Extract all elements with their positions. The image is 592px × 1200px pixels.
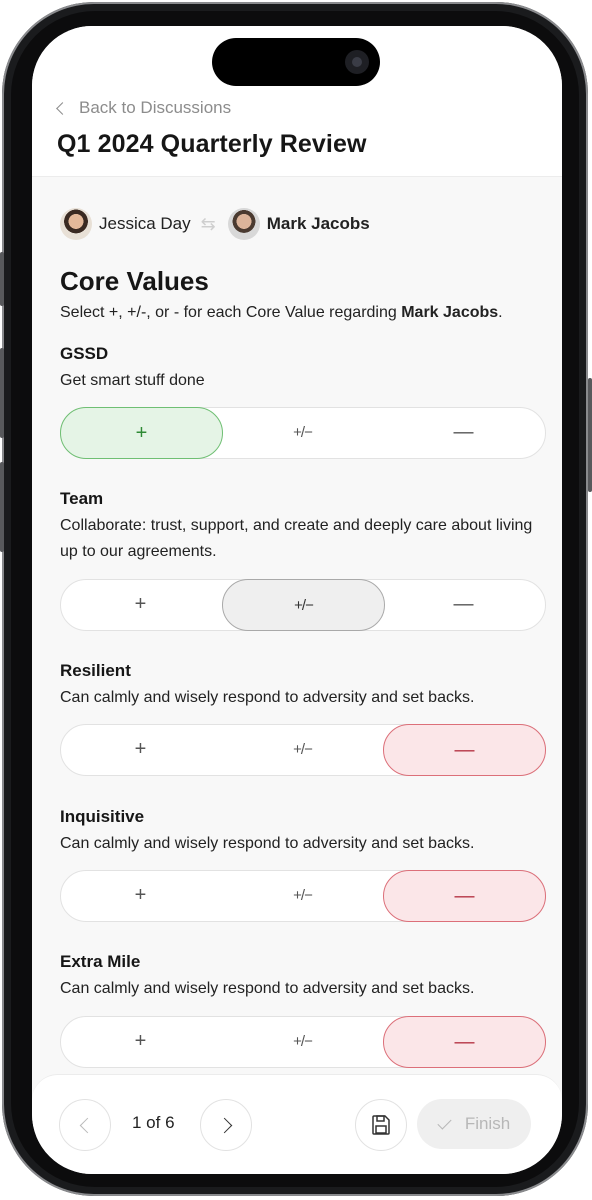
rating-minus-button[interactable]: — — [383, 1016, 546, 1068]
save-icon — [372, 1115, 390, 1135]
back-link[interactable]: Back to Discussions — [56, 98, 232, 118]
core-value-name: Resilient — [60, 661, 131, 680]
core-value: Inquisitive Can calmly and wisely respon… — [60, 807, 546, 857]
footer-bar: 1 of 6 Finish — [32, 1074, 562, 1174]
swap-arrows-icon: ⇆ — [200, 213, 216, 234]
rating-plus-button[interactable]: + — [60, 579, 221, 629]
page-title: Q1 2024 Quarterly Review — [57, 130, 367, 158]
reviewee-name: Mark Jacobs — [266, 214, 370, 233]
dynamic-island — [212, 38, 380, 86]
rating-selector: + +/− — — [60, 724, 546, 776]
back-label: Back to Discussions — [79, 98, 232, 117]
core-value-description: Can calmly and wisely respond to adversi… — [60, 835, 475, 852]
rating-selector: + +/− — — [60, 870, 546, 922]
camera-icon — [345, 50, 369, 74]
rating-selector: + +/− — — [60, 407, 546, 459]
core-value: Resilient Can calmly and wisely respond … — [60, 661, 546, 711]
rating-minus-button[interactable]: — — [383, 870, 546, 922]
volume-up-button — [0, 348, 4, 438]
core-value-description: Can calmly and wisely respond to adversi… — [60, 980, 475, 997]
rating-minus-button[interactable]: — — [383, 579, 544, 629]
chevron-right-icon — [216, 1117, 232, 1133]
core-value: Extra Mile Can calmly and wisely respond… — [60, 952, 546, 1002]
action-button — [0, 252, 4, 306]
avatar — [227, 208, 260, 240]
rating-mixed-button[interactable]: +/− — [222, 1016, 383, 1066]
check-icon — [437, 1114, 452, 1130]
finish-button[interactable]: Finish — [417, 1099, 531, 1149]
reviewer-name: Jessica Day — [99, 214, 191, 233]
instruction-name: Mark Jacobs — [401, 304, 499, 321]
page-indicator: 1 of 6 — [132, 1113, 175, 1132]
core-value-description: Get smart stuff done — [60, 372, 205, 389]
rating-mixed-button[interactable]: +/− — [222, 724, 383, 774]
participants-row: Jessica Day ⇆ Mark Jacobs — [60, 208, 370, 240]
rating-plus-button[interactable]: + — [60, 1016, 221, 1066]
rating-selector: + +/− — — [60, 579, 546, 631]
core-value-description: Can calmly and wisely respond to adversi… — [60, 689, 475, 706]
power-button — [588, 378, 592, 492]
core-value: Team Collaborate: trust, support, and cr… — [60, 489, 546, 565]
rating-plus-button[interactable]: + — [60, 724, 221, 774]
core-value: GSSD Get smart stuff done — [60, 344, 546, 394]
core-value-name: Team — [60, 489, 104, 508]
next-page-button[interactable] — [200, 1099, 252, 1151]
rating-plus-button[interactable]: + — [60, 407, 223, 459]
rating-mixed-button[interactable]: +/− — [222, 407, 383, 457]
avatar — [60, 208, 92, 240]
rating-mixed-button[interactable]: +/− — [222, 579, 385, 631]
rating-minus-button[interactable]: — — [383, 724, 546, 776]
previous-page-button[interactable] — [59, 1099, 111, 1151]
instruction-prefix: Select +, +/-, or - for each Core Value … — [60, 304, 402, 321]
core-value-description: Collaborate: trust, support, and create … — [60, 517, 533, 560]
chevron-left-icon — [56, 102, 69, 115]
section-title: Core Values — [60, 266, 209, 296]
rating-mixed-button[interactable]: +/− — [222, 870, 383, 920]
rating-minus-button[interactable]: — — [383, 407, 544, 457]
rating-selector: + +/− — — [60, 1016, 546, 1068]
core-value-name: Extra Mile — [60, 952, 141, 971]
chevron-left-icon — [79, 1117, 95, 1133]
core-value-name: Inquisitive — [60, 807, 145, 826]
app-screen: Back to Discussions Q1 2024 Quarterly Re… — [32, 26, 562, 1174]
core-value-name: GSSD — [60, 344, 109, 363]
save-button[interactable] — [355, 1099, 407, 1151]
instruction-text: Select +, +/-, or - for each Core Value … — [60, 304, 503, 322]
finish-label: Finish — [464, 1114, 511, 1133]
rating-plus-button[interactable]: + — [60, 870, 221, 920]
volume-down-button — [0, 462, 4, 552]
instruction-suffix: . — [498, 304, 503, 321]
